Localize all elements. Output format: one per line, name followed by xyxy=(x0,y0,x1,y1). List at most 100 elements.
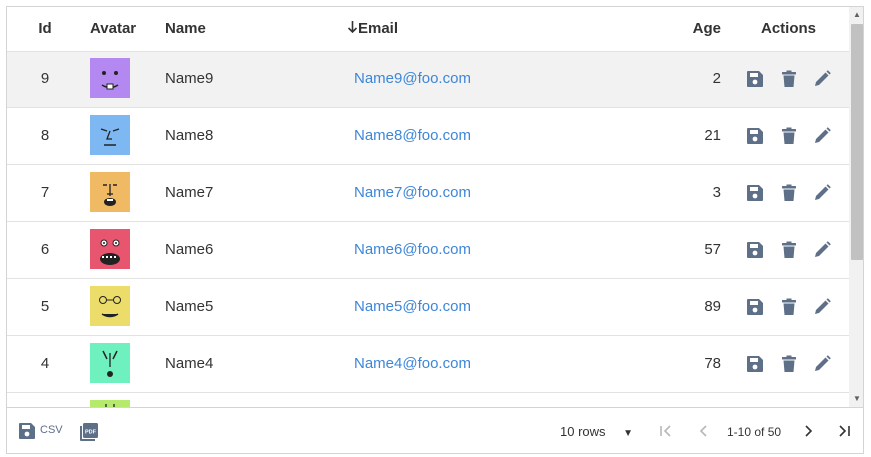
table-row[interactable]: 7 Name7 Name7@foo.com 3 xyxy=(7,165,849,222)
row-name: Name9 xyxy=(165,70,214,87)
row-email-link[interactable]: Name6@foo.com xyxy=(354,222,471,278)
edit-icon xyxy=(813,355,831,373)
table-row[interactable] xyxy=(7,393,849,407)
row-email-link[interactable]: Name8@foo.com xyxy=(354,108,471,164)
row-name: Name7 xyxy=(165,184,214,201)
edit-icon xyxy=(813,241,831,259)
delete-button[interactable] xyxy=(780,241,798,259)
save-button[interactable] xyxy=(746,70,764,88)
column-header-name[interactable]: Name xyxy=(165,7,206,51)
edit-icon xyxy=(813,184,831,202)
column-header-email[interactable]: Email xyxy=(347,7,398,51)
edit-button[interactable] xyxy=(813,70,831,88)
row-id xyxy=(7,393,83,407)
table-row[interactable]: 4 Name4 Name4@foo.com 78 xyxy=(7,336,849,393)
avatar xyxy=(90,172,130,212)
delete-icon xyxy=(780,70,798,88)
column-header-avatar[interactable]: Avatar xyxy=(90,7,136,51)
row-email-link[interactable]: Name4@foo.com xyxy=(354,336,471,392)
column-header-id[interactable]: Id xyxy=(7,7,83,51)
row-id: 8 xyxy=(40,127,50,144)
row-age: 21 xyxy=(704,127,721,144)
save-button[interactable] xyxy=(746,127,764,145)
row-age: 89 xyxy=(704,298,721,315)
save-button[interactable] xyxy=(746,184,764,202)
table-row[interactable]: 6 Name6 Name6@foo.com 57 xyxy=(7,222,849,279)
scrollbar-thumb[interactable] xyxy=(851,24,863,260)
row-name: Name4 xyxy=(165,355,214,372)
page-range: 1-10 of 50 xyxy=(727,425,782,439)
save-button[interactable] xyxy=(746,298,764,316)
table-row[interactable]: 5 Name5 Name5@foo.com 89 xyxy=(7,279,849,336)
next-page-button[interactable] xyxy=(801,424,815,438)
scroll-up-arrow-icon[interactable]: ▲ xyxy=(849,7,863,23)
delete-button[interactable] xyxy=(780,355,798,373)
avatar xyxy=(90,115,130,155)
save-button[interactable] xyxy=(746,355,764,373)
scroll-down-arrow-icon[interactable]: ▼ xyxy=(849,391,863,407)
avatar xyxy=(90,343,130,383)
row-name: Name5 xyxy=(165,298,214,315)
first-page-icon xyxy=(659,424,673,438)
row-id: 9 xyxy=(40,70,50,87)
edit-icon xyxy=(813,127,831,145)
save-icon xyxy=(746,184,764,202)
last-page-icon xyxy=(837,424,851,438)
row-name: Name8 xyxy=(165,127,214,144)
row-age: 3 xyxy=(712,184,721,201)
table-footer: CSV PDF 10 rows ▼ 1-10 of 50 xyxy=(7,407,863,453)
avatar xyxy=(90,58,130,98)
csv-label: CSV xyxy=(40,424,63,436)
delete-button[interactable] xyxy=(780,184,798,202)
delete-icon xyxy=(780,298,798,316)
save-button[interactable] xyxy=(746,241,764,259)
export-pdf-button[interactable]: PDF xyxy=(79,422,99,442)
delete-icon xyxy=(780,184,798,202)
row-id: 4 xyxy=(40,355,50,372)
previous-page-button[interactable] xyxy=(697,424,711,438)
table-viewport: Id Avatar Name Email Age Actions 9 Name9 N… xyxy=(7,7,849,407)
data-table: Id Avatar Name Email Age Actions 9 Name9 N… xyxy=(6,6,864,454)
edit-button[interactable] xyxy=(813,355,831,373)
delete-button[interactable] xyxy=(780,127,798,145)
dropdown-arrow-icon: ▼ xyxy=(623,428,634,439)
column-header-age[interactable]: Age xyxy=(657,7,721,51)
save-icon xyxy=(746,298,764,316)
edit-button[interactable] xyxy=(813,298,831,316)
row-age: 57 xyxy=(704,241,721,258)
table-row[interactable]: 9 Name9 Name9@foo.com 2 xyxy=(7,51,849,108)
edit-icon xyxy=(813,70,831,88)
save-icon xyxy=(746,127,764,145)
edit-button[interactable] xyxy=(813,241,831,259)
last-page-button[interactable] xyxy=(837,424,851,438)
first-page-button[interactable] xyxy=(659,424,673,438)
row-id: 7 xyxy=(40,184,50,201)
avatar xyxy=(90,229,130,269)
row-email-link[interactable]: Name5@foo.com xyxy=(354,279,471,335)
row-email-link[interactable]: Name7@foo.com xyxy=(354,165,471,221)
row-age: 78 xyxy=(704,355,721,372)
rows-per-page-select[interactable]: 10 rows ▼ xyxy=(560,408,634,453)
chevron-left-icon xyxy=(697,424,711,438)
row-id: 6 xyxy=(40,241,50,258)
sort-arrow-down-icon xyxy=(347,21,358,38)
row-id: 5 xyxy=(40,298,50,315)
row-age xyxy=(657,393,721,407)
row-email-link[interactable]: Name9@foo.com xyxy=(354,51,471,107)
delete-icon xyxy=(780,241,798,259)
delete-button[interactable] xyxy=(780,298,798,316)
rows-per-page-value: 10 rows xyxy=(560,424,606,439)
vertical-scrollbar[interactable]: ▲ ▼ xyxy=(849,7,863,407)
edit-button[interactable] xyxy=(813,184,831,202)
column-header-email-label: Email xyxy=(358,20,399,37)
edit-button[interactable] xyxy=(813,127,831,145)
save-icon xyxy=(746,241,764,259)
table-header: Id Avatar Name Email Age Actions xyxy=(7,7,849,52)
save-icon xyxy=(18,422,36,440)
delete-button[interactable] xyxy=(780,70,798,88)
chevron-right-icon xyxy=(801,424,815,438)
pdf-icon: PDF xyxy=(79,422,99,442)
avatar xyxy=(90,400,130,407)
table-row[interactable]: 8 Name8 Name8@foo.com 21 xyxy=(7,108,849,165)
save-icon xyxy=(746,355,764,373)
